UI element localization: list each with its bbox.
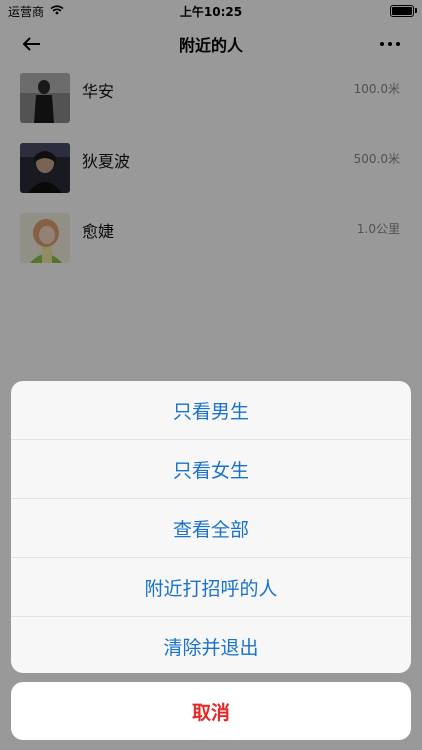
cancel-button[interactable]: 取消 bbox=[11, 682, 411, 740]
action-clear-exit[interactable]: 清除并退出 bbox=[11, 617, 411, 673]
action-sheet: 只看男生 只看女生 查看全部 附近打招呼的人 清除并退出 bbox=[11, 381, 411, 673]
action-view-all[interactable]: 查看全部 bbox=[11, 499, 411, 558]
action-female-only[interactable]: 只看女生 bbox=[11, 440, 411, 499]
action-male-only[interactable]: 只看男生 bbox=[11, 381, 411, 440]
action-nearby-greeters[interactable]: 附近打招呼的人 bbox=[11, 558, 411, 617]
